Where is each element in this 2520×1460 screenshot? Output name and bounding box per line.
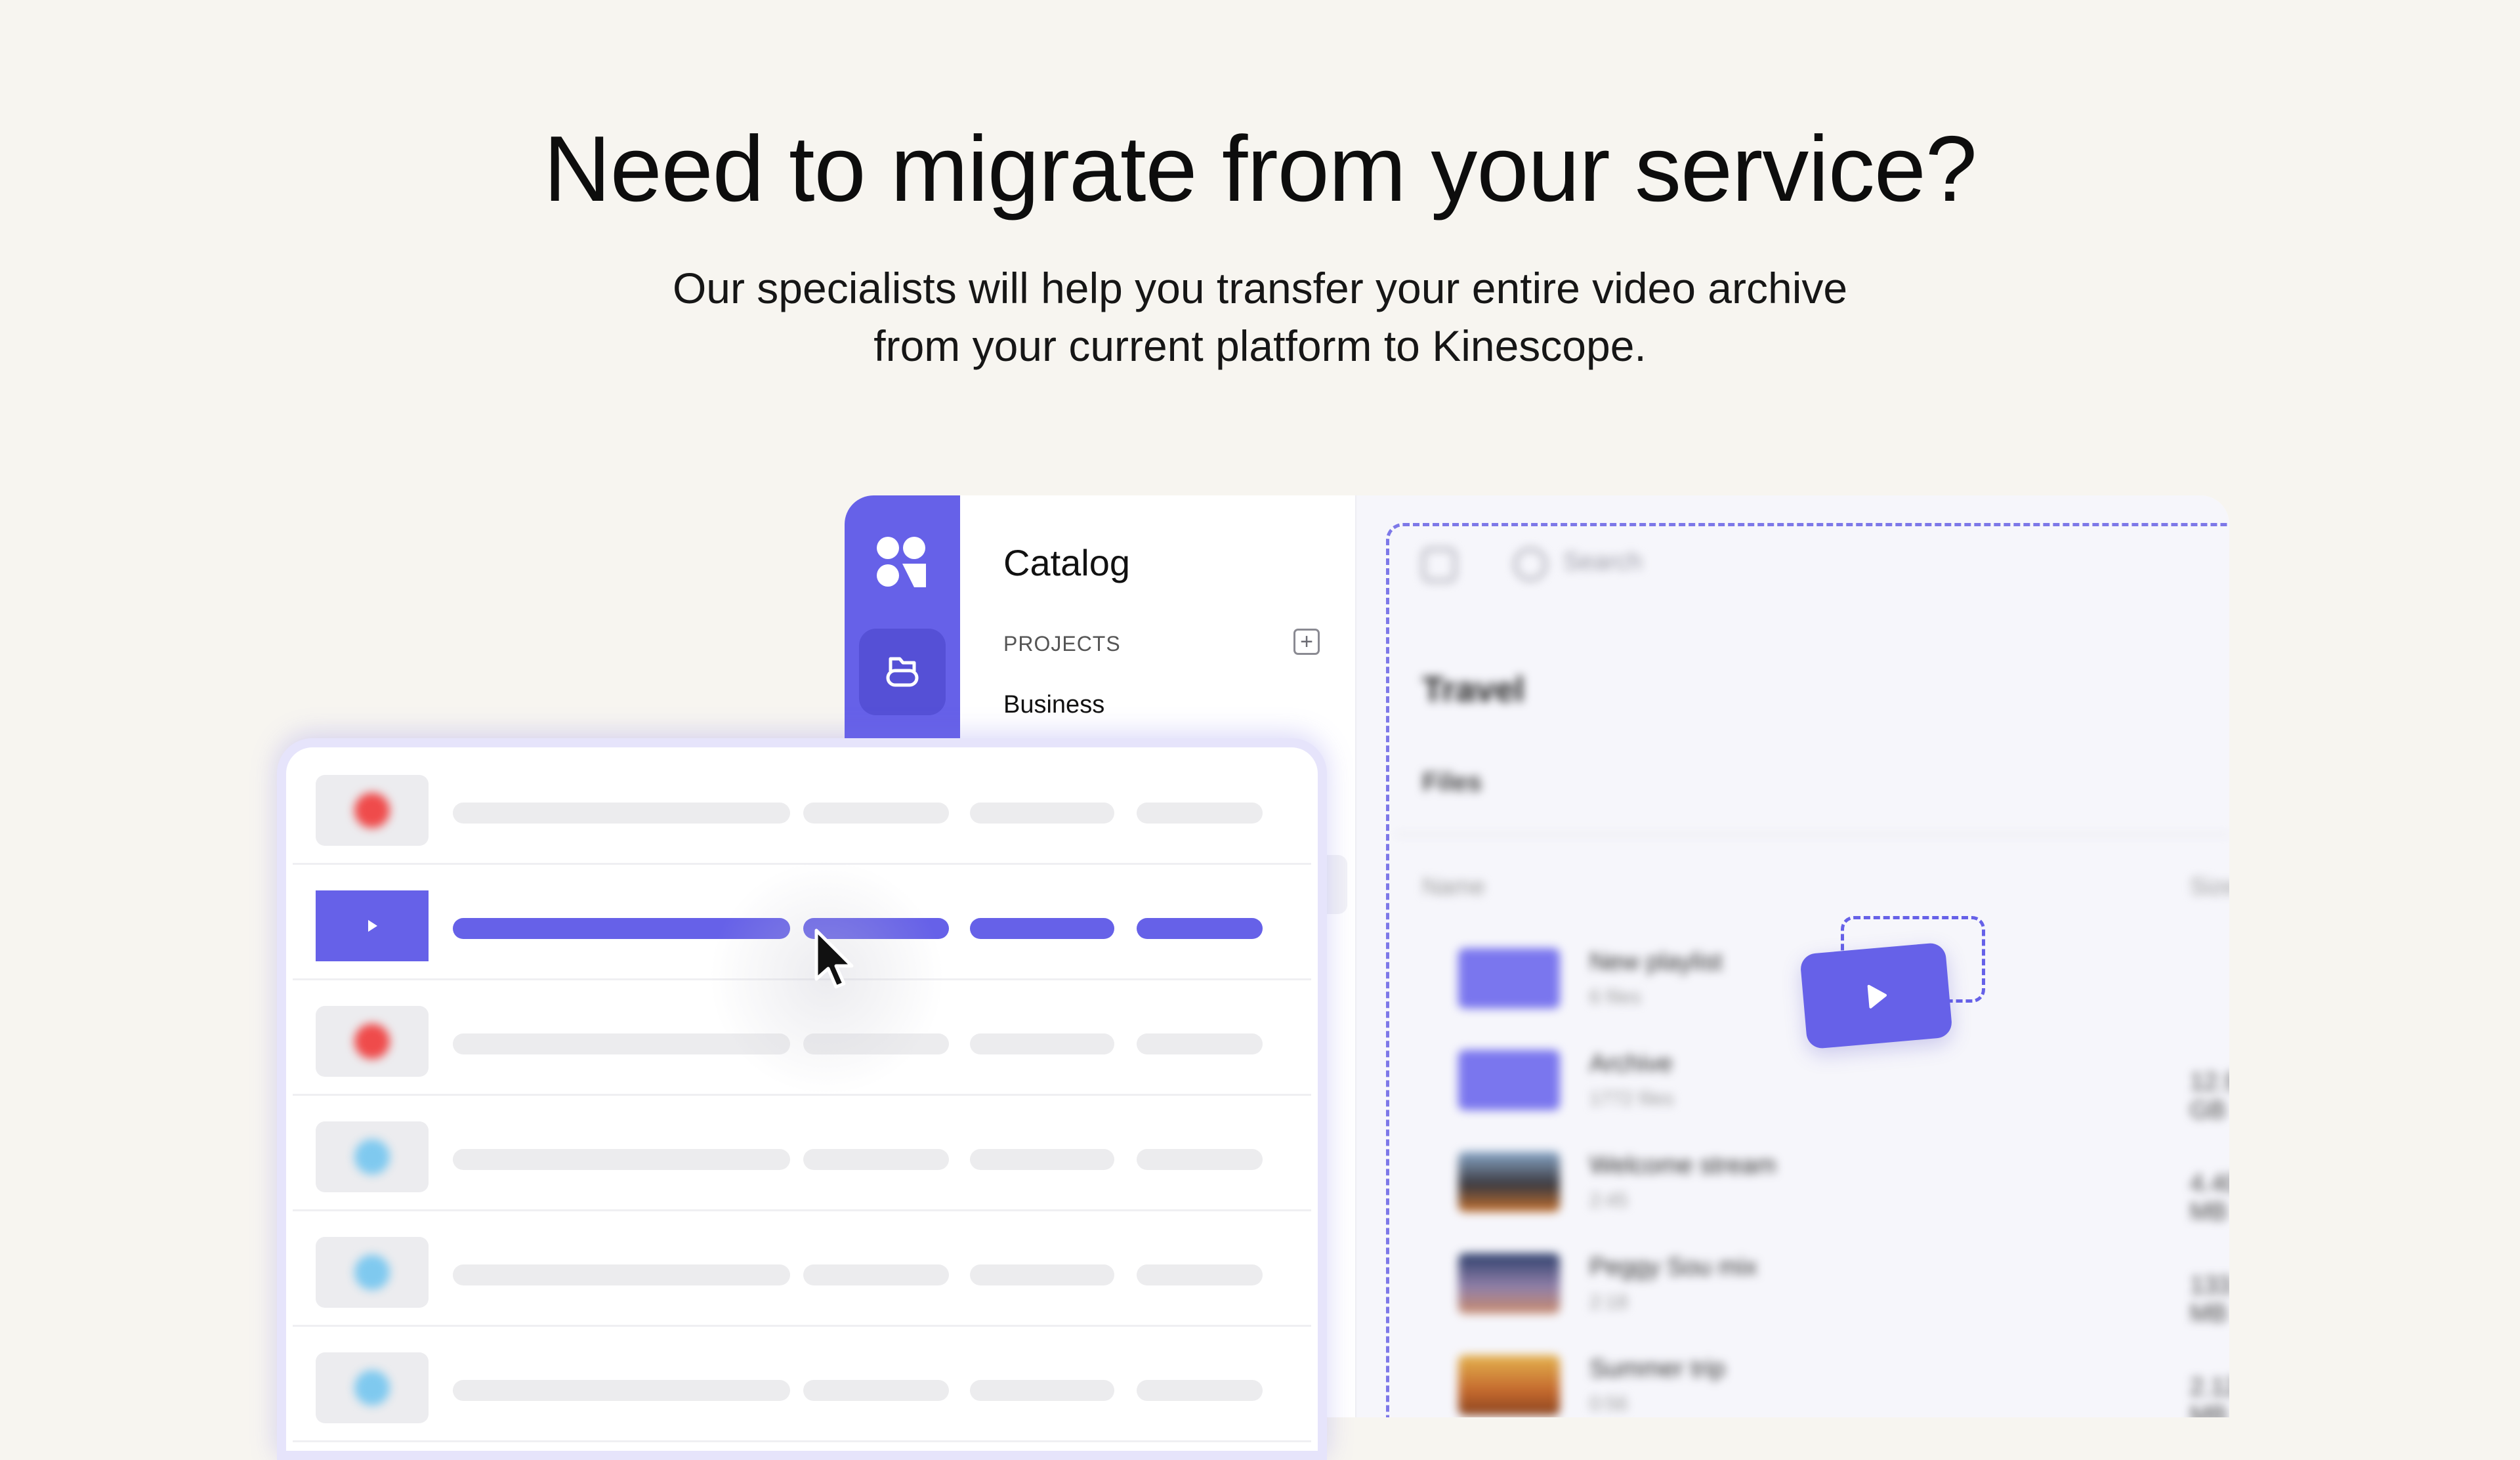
dragged-video-card[interactable]	[1799, 942, 1953, 1050]
placeholder-bar	[803, 1264, 949, 1285]
catalog-title: Catalog	[1003, 542, 1131, 583]
source-video-list	[277, 738, 1327, 1460]
mouse-cursor-icon	[814, 928, 854, 989]
catalog-nav-button[interactable]	[859, 629, 946, 715]
placeholder-bar	[970, 1380, 1114, 1401]
project-item[interactable]: Business	[1003, 691, 1104, 719]
placeholder-bar	[970, 1264, 1114, 1285]
kinescope-logo-icon[interactable]	[875, 535, 930, 590]
placeholder-bar	[1137, 803, 1263, 824]
placeholder-bar	[1137, 918, 1263, 939]
placeholder-bar	[970, 918, 1114, 939]
add-project-button[interactable]: +	[1293, 629, 1320, 655]
placeholder-bar	[1137, 1264, 1263, 1285]
placeholder-bar	[453, 1380, 790, 1401]
play-icon	[368, 920, 377, 932]
thumbnail-dot	[354, 1139, 390, 1175]
placeholder-bar	[1137, 1380, 1263, 1401]
placeholder-bar	[970, 1149, 1114, 1170]
hero-subtitle-line-2: from your current platform to Kinescope.	[873, 322, 1647, 370]
thumbnail-dot	[354, 1370, 390, 1406]
hero-subtitle: Our specialists will help you transfer y…	[0, 259, 2520, 375]
hero-title: Need to migrate from your service?	[543, 117, 1977, 221]
plus-icon: +	[1300, 629, 1313, 654]
thumbnail-dot	[354, 793, 390, 828]
video-thumbnail	[316, 775, 429, 846]
placeholder-bar	[803, 1149, 949, 1170]
video-thumbnail	[316, 1352, 429, 1423]
list-item[interactable]	[293, 747, 1311, 865]
placeholder-bar	[1137, 1033, 1263, 1054]
video-thumbnail	[316, 890, 429, 961]
placeholder-bar	[453, 803, 790, 824]
video-thumbnail	[316, 1121, 429, 1192]
thumbnail-dot	[354, 1024, 390, 1059]
projects-label: PROJECTS	[1003, 632, 1121, 656]
content-area: Search Travel Files Name Size New playli…	[1356, 495, 2229, 1417]
placeholder-bar	[1137, 1149, 1263, 1170]
video-thumbnail	[316, 1006, 429, 1077]
hero-subtitle-line-1: Our specialists will help you transfer y…	[672, 264, 1848, 312]
play-icon	[1867, 984, 1887, 1009]
placeholder-bar	[803, 803, 949, 824]
folder-icon	[886, 657, 919, 687]
video-thumbnail	[316, 1237, 429, 1308]
placeholder-bar	[453, 1149, 790, 1170]
list-item[interactable]	[293, 1325, 1311, 1442]
placeholder-bar	[453, 1264, 790, 1285]
thumbnail-dot	[354, 1255, 390, 1290]
list-item[interactable]	[293, 1209, 1311, 1327]
placeholder-bar	[803, 1380, 949, 1401]
placeholder-bar	[970, 1033, 1114, 1054]
placeholder-bar	[970, 803, 1114, 824]
list-item[interactable]	[293, 1094, 1311, 1211]
